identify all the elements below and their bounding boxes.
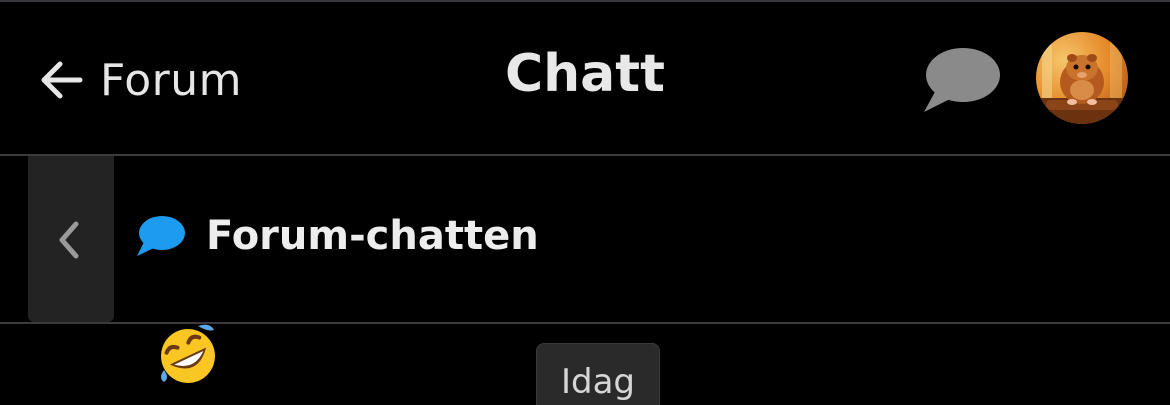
chat-page: Forum Chatt Forum-chatten Idag [0, 0, 1170, 405]
avatar[interactable] [1036, 32, 1128, 124]
channel-name: Forum-chatten [206, 213, 539, 259]
collapse-sidebar-button[interactable] [28, 156, 114, 322]
guinea-pig-avatar-icon [1036, 32, 1128, 124]
date-separator-label: Idag [560, 362, 636, 402]
speech-bubble-icon [137, 216, 185, 256]
back-link-label: Forum [100, 54, 242, 106]
chat-button[interactable] [918, 42, 1004, 116]
channel-title: Forum-chatten [134, 208, 539, 264]
back-to-forum-link[interactable]: Forum [38, 50, 242, 110]
header-divider [0, 154, 1170, 156]
rolling-on-floor-laughing-emoji-icon [161, 324, 215, 383]
chevron-left-icon [59, 221, 79, 259]
arrow-left-icon [41, 61, 83, 99]
speech-bubble-icon [924, 48, 1000, 112]
date-separator: Idag [536, 343, 660, 405]
chat-header: Forum Chatt [0, 2, 1170, 154]
